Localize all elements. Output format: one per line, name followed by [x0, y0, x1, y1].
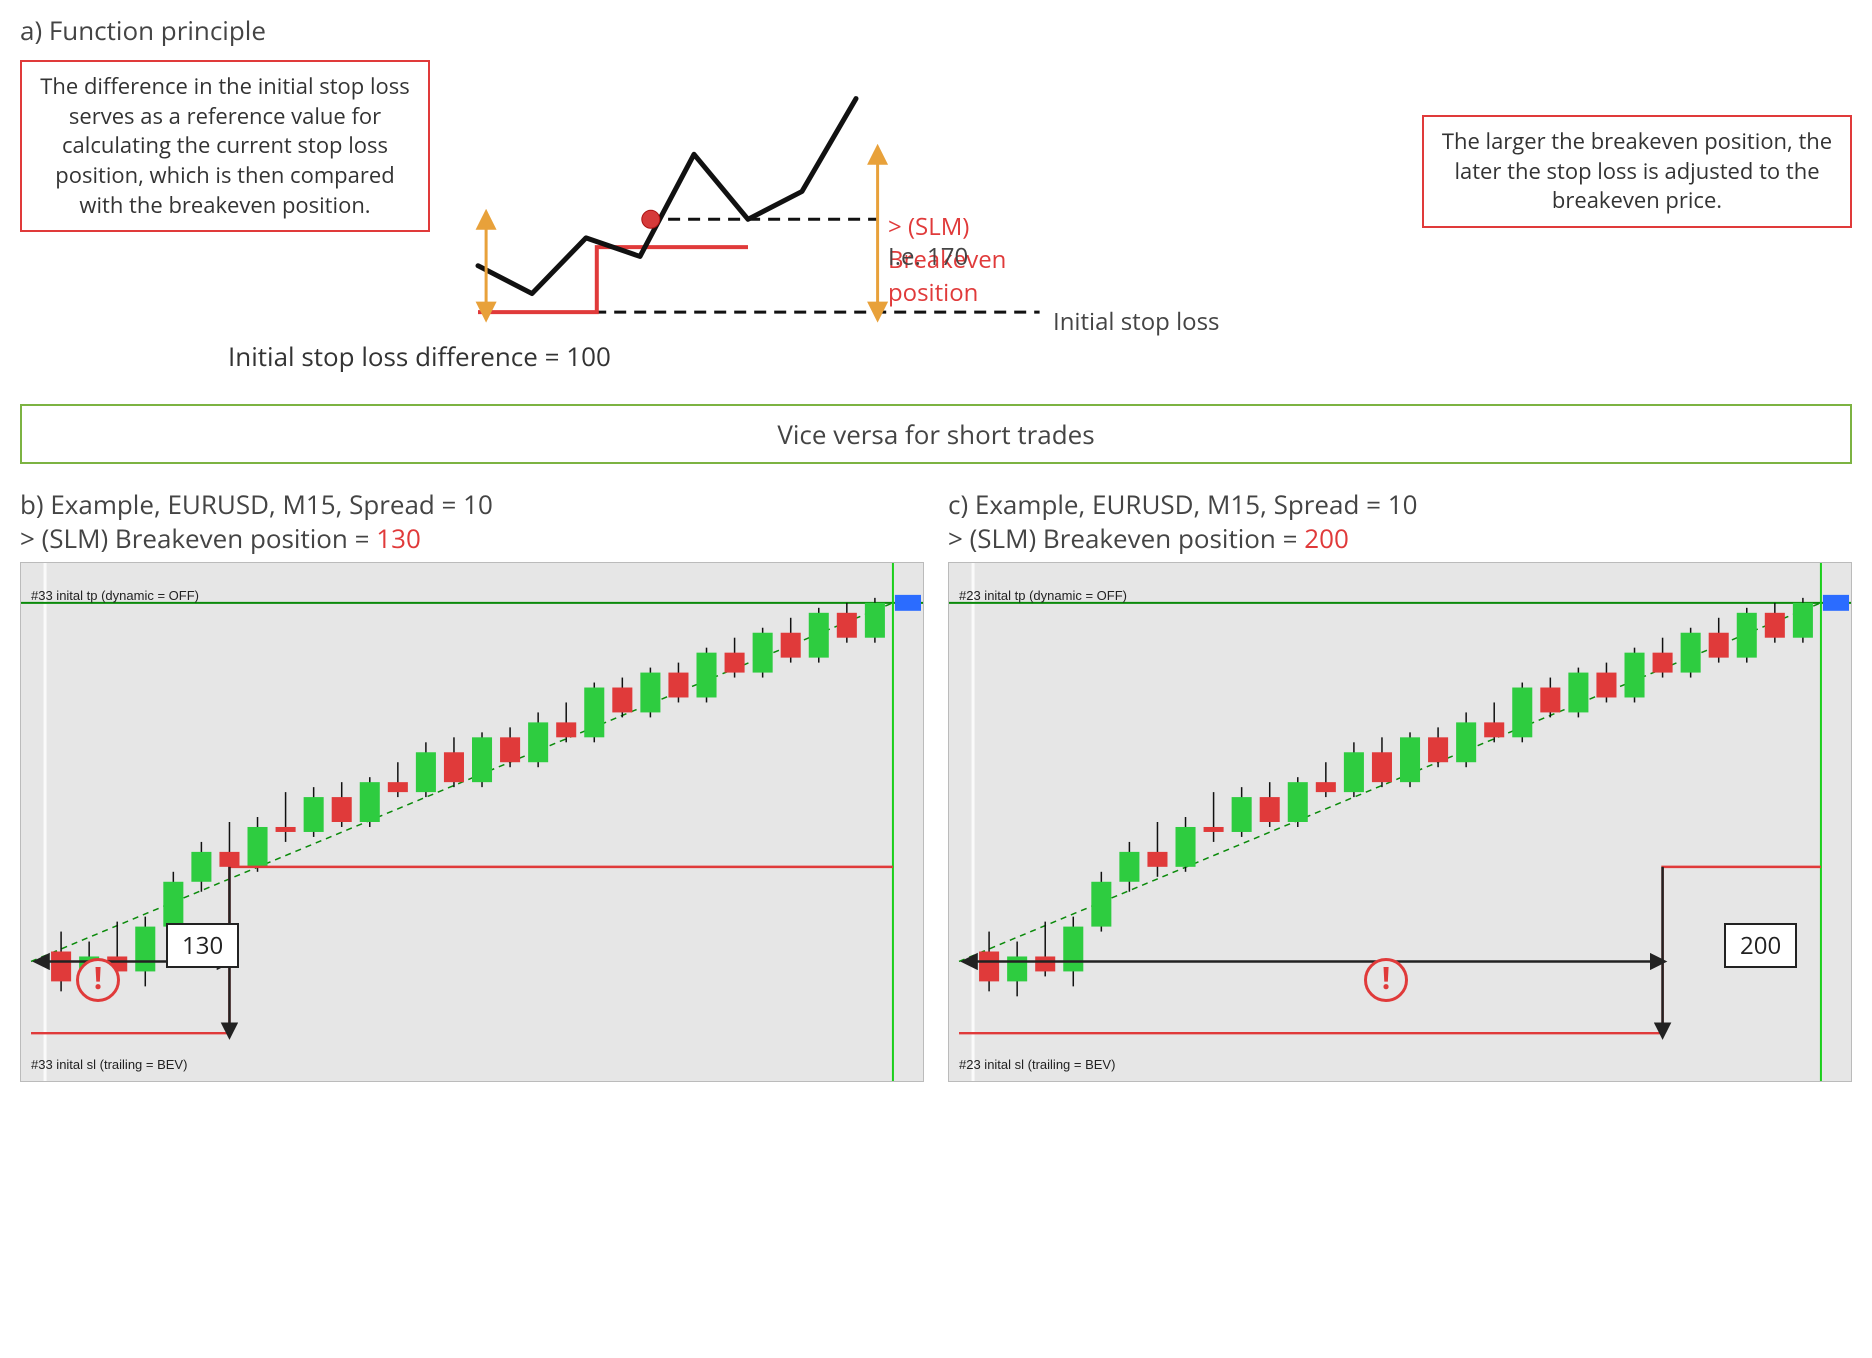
section-a-label: a) Function principle: [20, 12, 1852, 48]
example-b-chart: #33 inital tp (dynamic = OFF) #33 inital…: [20, 562, 924, 1082]
tp-label-c: #23 inital tp (dynamic = OFF): [959, 588, 1127, 603]
example-b-param-prefix: > (SLM) Breakeven position =: [20, 520, 376, 556]
vice-versa-banner: Vice versa for short trades: [20, 404, 1852, 464]
exclaim-c: !: [1364, 958, 1408, 1002]
example-b: b) Example, EURUSD, M15, Spread = 10 > (…: [20, 488, 924, 1082]
example-b-title-text: b) Example, EURUSD, M15, Spread = 10: [20, 486, 493, 522]
sl-label-b: #33 inital sl (trailing = BEV): [31, 1057, 187, 1072]
sl-label-c: #23 inital sl (trailing = BEV): [959, 1057, 1115, 1072]
tp-label-b: #33 inital tp (dynamic = OFF): [31, 588, 199, 603]
initial-sl-label: Initial stop loss: [1053, 305, 1219, 338]
example-c-title: c) Example, EURUSD, M15, Spread = 10 > (…: [948, 488, 1852, 556]
example-b-title: b) Example, EURUSD, M15, Spread = 10 > (…: [20, 488, 924, 556]
section-a-row: The difference in the initial stop loss …: [20, 60, 1852, 374]
example-c-param-prefix: > (SLM) Breakeven position =: [948, 520, 1304, 556]
examples-row: b) Example, EURUSD, M15, Spread = 10 > (…: [20, 488, 1852, 1082]
function-chart: > (SLM) Breakeven position I.e. 170 Init…: [458, 60, 1068, 350]
value-box-b: 130: [166, 923, 239, 968]
callout-right: The larger the breakeven position, the l…: [1422, 115, 1852, 228]
example-c: c) Example, EURUSD, M15, Spread = 10 > (…: [948, 488, 1852, 1082]
chart-a-column: > (SLM) Breakeven position I.e. 170 Init…: [458, 60, 1068, 374]
exclaim-c-mark: !: [1382, 957, 1391, 998]
value-box-c: 200: [1724, 923, 1797, 968]
example-b-svg: [21, 563, 923, 1081]
example-b-param-value: 130: [376, 520, 421, 556]
example-c-param-value: 200: [1304, 520, 1349, 556]
example-c-title-text: c) Example, EURUSD, M15, Spread = 10: [948, 486, 1417, 522]
callout-left: The difference in the initial stop loss …: [20, 60, 430, 232]
exclaim-b: !: [76, 958, 120, 1002]
example-c-svg: [949, 563, 1851, 1081]
exclaim-b-mark: !: [94, 957, 103, 998]
breakeven-value: I.e. 170: [888, 240, 968, 273]
example-c-chart: #23 inital tp (dynamic = OFF) #23 inital…: [948, 562, 1852, 1082]
